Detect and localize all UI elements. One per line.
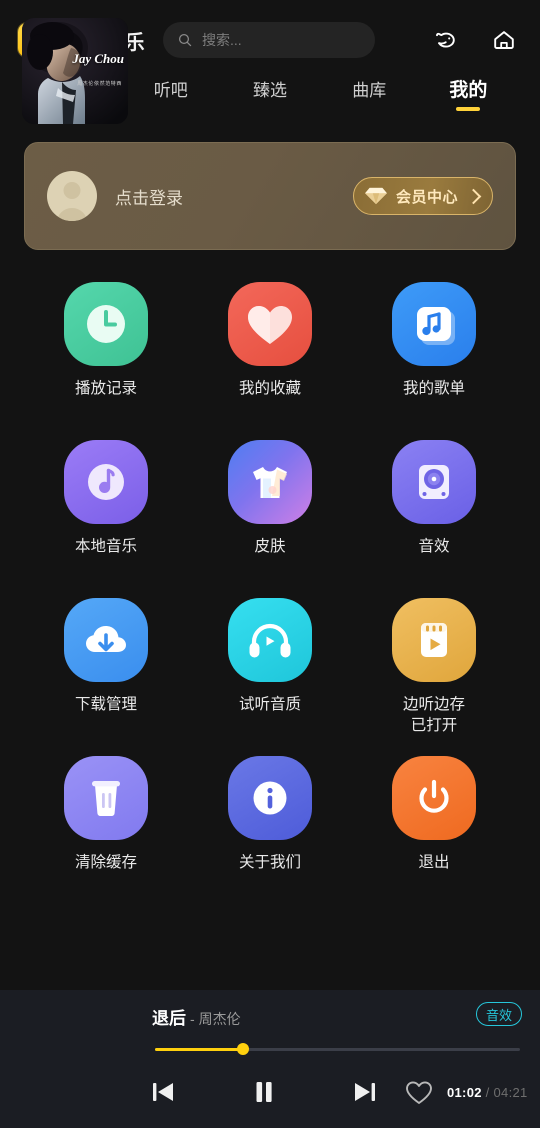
tab-label: 曲库: [352, 81, 387, 100]
local-music-icon: [64, 440, 148, 524]
grid-item-label: 边听边存: [402, 696, 465, 713]
player-controls: [148, 1077, 380, 1107]
app-root: K 酷我音乐 搜索... 推荐: [0, 0, 540, 1128]
grid-item-save-while-listening[interactable]: 边听边存 已打开: [352, 590, 516, 748]
sound-effect-label: 音效: [485, 1007, 512, 1023]
save-while-listening-icon: [392, 598, 476, 682]
track-separator: -: [190, 1011, 195, 1027]
track-title: 退后: [152, 1009, 186, 1028]
grid-item-play-history[interactable]: 播放记录: [24, 274, 188, 432]
grid-item-exit[interactable]: 退出: [352, 748, 516, 906]
clock-icon: [64, 282, 148, 366]
grid-item-audio-quality[interactable]: 试听音质: [188, 590, 352, 748]
grid-item-sublabel: 已打开: [410, 717, 458, 734]
grid-item-sound-effects[interactable]: 音效: [352, 432, 516, 590]
info-icon: [228, 756, 312, 840]
tab-selection[interactable]: 臻选: [220, 80, 319, 102]
grid-item-label: 我的收藏: [238, 380, 301, 397]
home-icon[interactable]: [490, 26, 518, 54]
previous-track-icon[interactable]: [148, 1077, 178, 1107]
current-time: 01:02: [447, 1085, 482, 1100]
tab-label: 臻选: [253, 81, 287, 100]
track-artist: 周杰伦: [198, 1011, 241, 1027]
search-icon: [178, 33, 192, 47]
header-icon-group: [432, 26, 522, 54]
heart-outline-icon[interactable]: [405, 1080, 433, 1106]
tshirt-skin-icon: [228, 440, 312, 524]
tab-label: 我的: [449, 80, 488, 101]
speaker-icon: [392, 440, 476, 524]
total-time: 04:21: [493, 1085, 528, 1100]
grid-item-label: 关于我们: [238, 854, 301, 871]
grid-item-label: 我的歌单: [402, 380, 465, 397]
vip-center-button[interactable]: 会员中心: [352, 177, 493, 215]
grid-item-label: 播放记录: [74, 380, 137, 397]
progress-fill: [155, 1048, 243, 1051]
grid-item-label: 皮肤: [254, 538, 286, 555]
search-placeholder: 搜索...: [202, 32, 242, 48]
next-track-icon[interactable]: [350, 1077, 380, 1107]
cloud-download-icon: [64, 598, 148, 682]
player-bar: [0, 990, 540, 1128]
grid-item-label: 试听音质: [238, 696, 301, 713]
grid-item-clear-cache[interactable]: 清除缓存: [24, 748, 188, 906]
tab-mine[interactable]: 我的: [419, 80, 518, 111]
diamond-icon: [365, 187, 387, 205]
grid-item-download-manager[interactable]: 下载管理: [24, 590, 188, 748]
grid-item-local-music[interactable]: 本地音乐: [24, 432, 188, 590]
pause-icon[interactable]: [249, 1077, 279, 1107]
album-cover-jay-chou[interactable]: Jay Chou 周杰伦依然范特西: [22, 18, 128, 124]
tab-listen[interactable]: 听吧: [121, 80, 220, 102]
grid-item-label: 下载管理: [74, 696, 137, 713]
playback-time: 01:02 / 04:21: [447, 1085, 528, 1100]
grid-item-my-playlists[interactable]: 我的歌单: [352, 274, 516, 432]
grid-item-label: 本地音乐: [74, 538, 137, 555]
time-separator: /: [485, 1085, 490, 1100]
grid-item-label: 音效: [418, 538, 450, 555]
progress-slider[interactable]: [155, 1043, 520, 1055]
grid-item-favorites[interactable]: 我的收藏: [188, 274, 352, 432]
login-prompt-label: 点击登录: [115, 188, 183, 208]
progress-thumb[interactable]: [236, 1043, 249, 1055]
grid-item-skin[interactable]: 皮肤: [188, 432, 352, 590]
default-avatar-icon: [47, 171, 97, 221]
grid-item-label: 清除缓存: [74, 854, 137, 871]
headphones-icon: [228, 598, 312, 682]
vip-center-label: 会员中心: [395, 188, 458, 206]
tab-library[interactable]: 曲库: [320, 80, 419, 102]
bird-message-icon[interactable]: [432, 26, 460, 54]
heart-icon: [228, 282, 312, 366]
cover-subtext: 周杰伦依然范特西: [77, 81, 122, 87]
music-note-list-icon: [392, 282, 476, 366]
feature-grid: 播放记录 我的收藏 我的歌单 本地音乐 皮肤 音效 下载管理 试听音质 边听边存…: [0, 274, 540, 906]
grid-item-about-us[interactable]: 关于我们: [188, 748, 352, 906]
search-input[interactable]: 搜索...: [163, 22, 375, 58]
trash-icon: [64, 756, 148, 840]
cover-artist-text: Jay Chou: [72, 51, 124, 66]
power-icon: [392, 756, 476, 840]
grid-item-label: 退出: [418, 854, 450, 871]
sound-effect-badge[interactable]: 音效: [475, 1002, 522, 1026]
chevron-right-icon: [465, 188, 482, 204]
now-playing-info[interactable]: 退后 - 周杰伦: [152, 1004, 241, 1029]
tab-label: 听吧: [153, 81, 188, 100]
login-banner[interactable]: 点击登录 会员中心: [24, 142, 516, 250]
